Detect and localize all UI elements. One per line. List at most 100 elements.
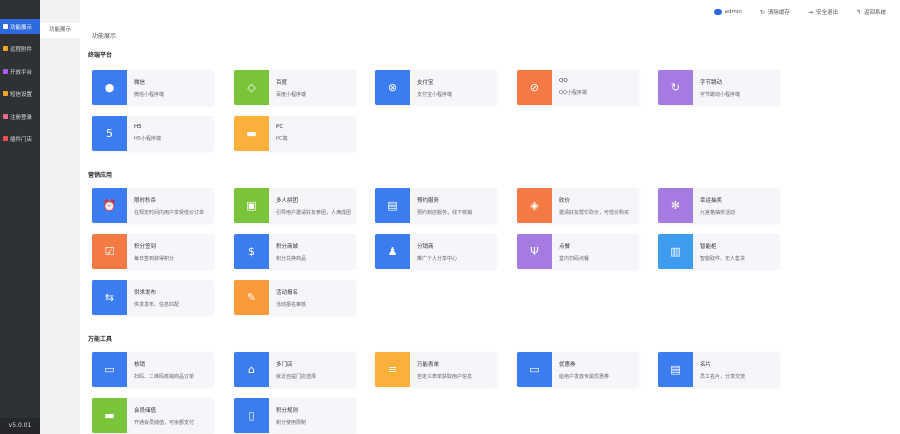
card-name: 预约服务 bbox=[417, 198, 440, 204]
sidebar-item-label: 远程附件 bbox=[10, 46, 33, 53]
card-text: 分销商 推广个人分享中心 bbox=[410, 234, 457, 269]
feature-card[interactable]: ▭ 优惠券 给用户发放专属优惠券 bbox=[517, 352, 639, 387]
feature-card[interactable]: ▤ 预约服务 预约到店服务，线下核销 bbox=[375, 188, 497, 223]
feature-card[interactable]: ☑ 积分签到 每日签到获得积分 bbox=[92, 234, 214, 269]
alipay-icon: ⊗ bbox=[375, 70, 410, 105]
card-text: 优惠券 给用户发放专属优惠券 bbox=[552, 352, 609, 387]
sidebar-item[interactable]: 功能展示 bbox=[0, 19, 40, 34]
card-name: 名片 bbox=[700, 362, 712, 368]
refresh-icon: ↻ bbox=[759, 8, 765, 16]
store-icon: ⌂ bbox=[234, 352, 269, 387]
coin-icon: $ bbox=[234, 234, 269, 269]
card-text: 百度 百度小程序端 bbox=[269, 70, 306, 105]
fork-knife-icon: Ψ bbox=[517, 234, 552, 269]
feature-card[interactable]: ⊘ QQ QQ小程序端 bbox=[517, 70, 639, 105]
feature-card[interactable]: ⇆ 供求发布 供求发布、信息匹配 bbox=[92, 280, 214, 315]
sidebar-item[interactable]: 短信设置 bbox=[0, 86, 40, 101]
sidebar-item[interactable]: 远程附件 bbox=[0, 41, 40, 56]
feature-card[interactable]: ↻ 字节跳动 字节跳动小程序端 bbox=[658, 70, 780, 105]
feature-card[interactable]: ▬ 会员储值 开通会员储值，可余额支付 bbox=[92, 398, 214, 433]
page-title: 功能展示 bbox=[92, 33, 117, 40]
card-name: 会员储值 bbox=[134, 408, 157, 414]
sidebar-item-icon bbox=[3, 114, 8, 119]
card-name: 微信 bbox=[134, 80, 146, 86]
sidebar-item-icon bbox=[3, 91, 8, 96]
card-text: PC PC端 bbox=[269, 116, 288, 151]
sidebar-item-label: 功能展示 bbox=[10, 24, 33, 31]
card-description: 给用户发放专属优惠券 bbox=[559, 374, 610, 380]
feature-card[interactable]: ⊗ 支付宝支付宝小程序端 bbox=[375, 70, 497, 105]
card-text: 供求发布 供求发布、信息匹配 bbox=[127, 280, 179, 315]
wechat-icon: ● bbox=[92, 70, 127, 105]
card-name: 活动报名 bbox=[276, 290, 299, 296]
subnav-item-feature-showcase[interactable]: 功能展示 bbox=[40, 23, 80, 38]
card-description: 字节跳动小程序端 bbox=[700, 92, 741, 98]
card-name: 砍价 bbox=[559, 198, 571, 204]
sidebar-item-icon bbox=[3, 24, 8, 29]
clear-cache-button[interactable]: ↻ 清除缓存 bbox=[759, 8, 790, 17]
group-bag-icon: ▣ bbox=[234, 188, 269, 223]
feature-card[interactable]: ● 微信 微信小程序端 bbox=[92, 70, 214, 105]
feature-card[interactable]: ◇ 百度 百度小程序端 bbox=[234, 70, 356, 105]
card-name: 支付宝 bbox=[417, 80, 434, 86]
card-description: 微信小程序端 bbox=[134, 92, 165, 98]
card-name: 百度 bbox=[276, 80, 288, 86]
card-text: 积分签到每日签到获得积分 bbox=[127, 234, 174, 269]
feature-card[interactable]: ▯ 积分规则 积分使用限制 bbox=[234, 398, 356, 433]
exchange-icon: ⇆ bbox=[92, 280, 127, 315]
feature-card[interactable]: ⌂ 多门店 就近自提门店选择 bbox=[234, 352, 356, 387]
card-description: PC端 bbox=[276, 136, 288, 142]
feature-card[interactable]: ⏰ 限时秒杀 在规定时间内用户享受低价订单 bbox=[92, 188, 214, 223]
card-description: 每日签到获得积分 bbox=[134, 256, 175, 262]
sidebar-item[interactable]: 开放平台 bbox=[0, 64, 40, 79]
sidebar-item-icon bbox=[3, 46, 8, 51]
feature-card[interactable]: ≡ 万能表单 自定义表单获取用户信息 bbox=[375, 352, 497, 387]
card-description: 堂内扫码点餐 bbox=[559, 256, 590, 262]
bytedance-icon: ↻ bbox=[658, 70, 693, 105]
card-text: 微信 微信小程序端 bbox=[127, 70, 164, 105]
feature-card[interactable]: ♟ 分销商 推广个人分享中心 bbox=[375, 234, 497, 269]
sidebar-item[interactable]: 插件门店 bbox=[0, 131, 40, 146]
sidebar: 功能展示远程附件开放平台短信设置注册登录插件门店 bbox=[0, 0, 40, 434]
card-text: 会员储值 开通会员储值，可余额支付 bbox=[127, 398, 194, 433]
alarm-clock-icon: ⏰ bbox=[92, 188, 127, 223]
feature-card[interactable]: $ 积分商城 积分兑换商品 bbox=[234, 234, 356, 269]
card-name: 积分签到 bbox=[134, 244, 157, 250]
card-description: 支付宝小程序端 bbox=[417, 92, 453, 98]
card-description: 扫码、二维码核销商品订单 bbox=[134, 374, 195, 380]
feature-card[interactable]: ▭ 核销 扫码、二维码核销商品订单 bbox=[92, 352, 214, 387]
card-name: 积分规则 bbox=[276, 408, 299, 414]
card-name: 幸运抽奖 bbox=[700, 198, 723, 204]
price-tag-icon: ◈ bbox=[517, 188, 552, 223]
feature-card[interactable]: ✻ 幸运抽奖 九宫格抽奖活动 bbox=[658, 188, 780, 223]
avatar bbox=[713, 9, 722, 15]
sidebar-item[interactable]: 注册登录 bbox=[0, 109, 40, 124]
logout-button[interactable]: ⇥ 安全退出 bbox=[807, 8, 838, 17]
card-name: 万能表单 bbox=[417, 362, 440, 368]
back-label: 返回系统 bbox=[863, 10, 886, 16]
feature-card[interactable]: Ψ 点餐 堂内扫码点餐 bbox=[517, 234, 639, 269]
card-description: 邀请好友帮忙砍价，可低价购买 bbox=[559, 210, 630, 216]
logout-icon: ⇥ bbox=[807, 8, 813, 16]
card-description: 预约到店服务，线下核销 bbox=[417, 210, 473, 216]
logout-label: 安全退出 bbox=[815, 10, 838, 16]
feature-card[interactable]: ▣ 多人拼团 引导用户邀请好友参团，人满成团 bbox=[234, 188, 356, 223]
feature-card[interactable]: ▥ 智能柜 智能取件、无人售货 bbox=[658, 234, 780, 269]
card-description: 活动报名审核 bbox=[276, 302, 307, 308]
feature-card[interactable]: ▬ PC PC端 bbox=[234, 116, 356, 151]
card-description: 积分兑换商品 bbox=[276, 256, 307, 262]
html5-icon: 5 bbox=[92, 116, 127, 151]
card-description: 员工名片，分享交流 bbox=[700, 374, 746, 380]
card-description: 在规定时间内用户享受低价订单 bbox=[134, 210, 205, 216]
sub-navigation: 功能展示 bbox=[40, 0, 80, 434]
feature-card[interactable]: 5 H5 H5小程序端 bbox=[92, 116, 214, 151]
back-to-system-button[interactable]: ↰ 返回系统 bbox=[856, 8, 886, 17]
feature-card[interactable]: ✎ 活动报名 活动报名审核 bbox=[234, 280, 356, 315]
lottery-wheel-icon: ✻ bbox=[658, 188, 693, 223]
locker-icon: ▥ bbox=[658, 234, 693, 269]
sidebar-item-label: 插件门店 bbox=[10, 136, 33, 143]
feature-card[interactable]: ▤ 名片 员工名片，分享交流 bbox=[658, 352, 780, 387]
user-menu[interactable]: admin bbox=[713, 9, 742, 15]
card-name: 供求发布 bbox=[134, 290, 157, 296]
feature-card[interactable]: ◈ 砍价邀请好友帮忙砍价，可低价购买 bbox=[517, 188, 639, 223]
